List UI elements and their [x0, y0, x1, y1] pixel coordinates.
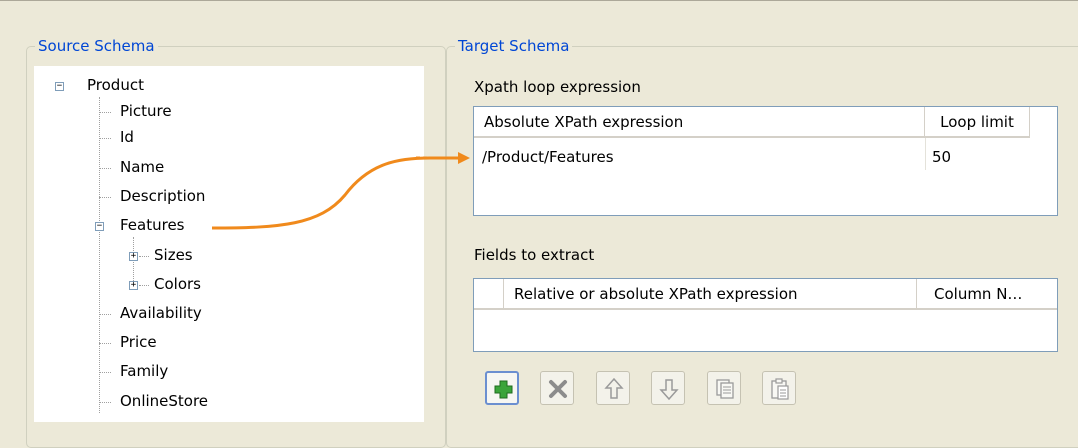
mapping-link [211, 152, 470, 230]
mapping-arrowhead-icon [458, 152, 470, 164]
